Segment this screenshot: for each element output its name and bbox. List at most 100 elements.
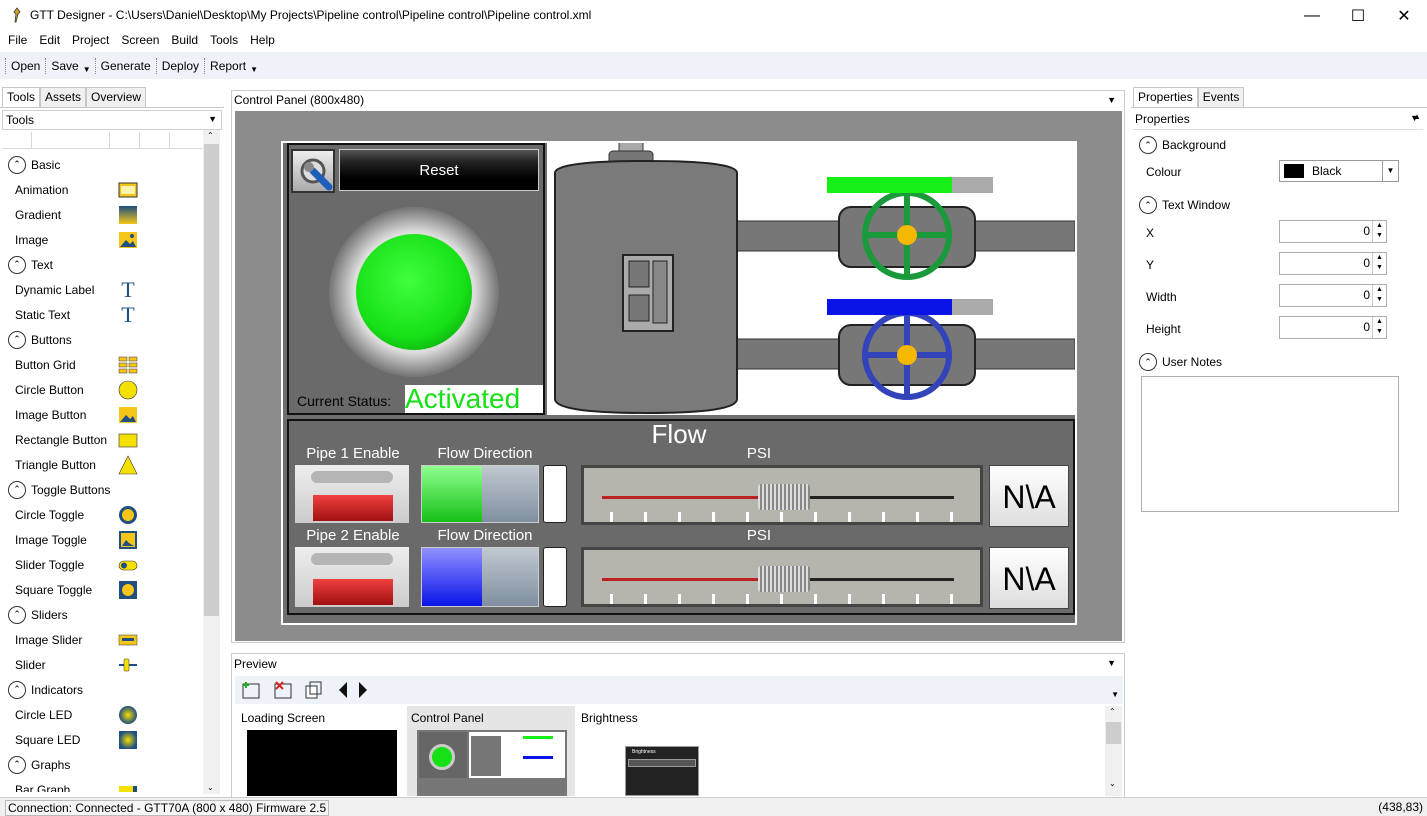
collapse-icon[interactable]: ⌃ <box>8 605 26 624</box>
menu-tools[interactable]: Tools <box>204 32 244 52</box>
tab-assets[interactable]: Assets <box>40 87 87 107</box>
properties-combo[interactable]: Properties ▼ <box>1133 110 1423 130</box>
tool-circle-led[interactable]: Circle LED <box>4 702 202 727</box>
chevron-down-icon[interactable]: ▼ <box>1107 658 1116 668</box>
screen-thumb-control-panel[interactable]: Control Panel <box>407 706 575 796</box>
menu-edit[interactable]: Edit <box>33 32 66 52</box>
chevron-down-icon[interactable]: ▼ <box>1111 690 1119 699</box>
category-basic[interactable]: ⌃ Basic <box>4 152 202 177</box>
user-notes-textarea[interactable] <box>1141 376 1399 512</box>
flow-direction-2-toggle[interactable] <box>421 547 539 607</box>
collapse-icon[interactable]: ⌃ <box>8 680 26 699</box>
close-button[interactable]: ✕ <box>1381 0 1427 31</box>
pipe2-enable-switch[interactable] <box>295 547 409 607</box>
open-button[interactable]: Open <box>7 59 44 73</box>
menu-project[interactable]: Project <box>66 32 115 52</box>
category-toggle-buttons[interactable]: ⌃ Toggle Buttons <box>4 477 202 502</box>
psi-1-slider[interactable] <box>581 465 983 525</box>
tab-tools[interactable]: Tools <box>2 87 41 107</box>
chevron-down-icon[interactable]: ▼ <box>1107 95 1116 105</box>
tool-square-toggle[interactable]: Square Toggle <box>4 577 202 602</box>
maximize-button[interactable]: ☐ <box>1335 0 1381 31</box>
psi-2-slider[interactable] <box>581 547 983 607</box>
tool-circle-button[interactable]: Circle Button <box>4 377 202 402</box>
scroll-down-icon[interactable]: ⌄ <box>207 783 214 792</box>
category-text[interactable]: ⌃ Text <box>4 252 202 277</box>
x-input[interactable]: 0 ▲ ▼ <box>1279 220 1387 243</box>
width-input[interactable]: 0 ▲ ▼ <box>1279 284 1387 307</box>
move-right-icon[interactable] <box>357 680 369 703</box>
collapse-icon[interactable]: ⌃ <box>8 330 26 349</box>
collapse-icon[interactable]: ⌃ <box>1139 196 1157 214</box>
tool-animation[interactable]: Animation <box>4 177 202 202</box>
tab-overview[interactable]: Overview <box>86 87 147 107</box>
section-text-window[interactable]: ⌃ Text Window <box>1139 196 1230 214</box>
tool-gradient[interactable]: Gradient <box>4 202 202 227</box>
tool-image-toggle[interactable]: Image Toggle <box>4 527 202 552</box>
pipe1-enable-switch[interactable] <box>295 465 409 523</box>
add-screen-icon[interactable] <box>241 680 261 703</box>
menu-help[interactable]: Help <box>244 32 281 52</box>
properties-scrollbar[interactable]: ▲ <box>1411 112 1425 792</box>
screen-thumb-loading[interactable]: Loading Screen <box>235 706 405 796</box>
deploy-button[interactable]: Deploy <box>158 59 203 73</box>
tool-triangle-button[interactable]: Triangle Button <box>4 452 202 477</box>
duplicate-screen-icon[interactable] <box>303 680 323 703</box>
category-indicators[interactable]: ⌃ Indicators <box>4 677 202 702</box>
collapse-icon[interactable]: ⌃ <box>8 255 26 274</box>
section-background[interactable]: ⌃ Background <box>1139 136 1226 154</box>
tool-static-text[interactable]: Static Text T <box>4 302 202 327</box>
tool-slider[interactable]: Slider <box>4 652 202 677</box>
tool-square-led[interactable]: Square LED <box>4 727 202 752</box>
flow-direction-1-toggle[interactable] <box>421 465 539 523</box>
chevron-down-icon[interactable]: ▼ <box>250 65 258 74</box>
screen-thumb-brightness[interactable]: Brightness Brightness <box>577 706 747 796</box>
collapse-icon[interactable]: ⌃ <box>1139 136 1157 154</box>
section-user-notes[interactable]: ⌃ User Notes <box>1139 353 1222 371</box>
scroll-up-icon[interactable]: ▲ <box>1413 112 1421 121</box>
delete-screen-icon[interactable] <box>273 680 293 703</box>
collapse-icon[interactable]: ⌃ <box>8 155 26 174</box>
generate-button[interactable]: Generate <box>97 59 155 73</box>
control-panel-screen[interactable]: Reset Current Status: Activated Flow Pip… <box>281 138 1077 625</box>
y-input[interactable]: 0 ▲ ▼ <box>1279 252 1387 275</box>
tab-events[interactable]: Events <box>1197 87 1245 107</box>
tool-button-grid[interactable]: Button Grid <box>4 352 202 377</box>
colour-select[interactable]: Black ▼ <box>1279 160 1399 182</box>
minimize-button[interactable]: — <box>1289 0 1335 31</box>
collapse-icon[interactable]: ⌃ <box>8 755 26 774</box>
menu-build[interactable]: Build <box>165 32 204 52</box>
scrollbar-thumb[interactable] <box>204 144 219 616</box>
tab-properties[interactable]: Properties <box>1133 87 1198 107</box>
tool-bar-graph[interactable]: Bar Graph <box>4 777 202 792</box>
tool-circle-toggle[interactable]: Circle Toggle <box>4 502 202 527</box>
tool-image[interactable]: Image <box>4 227 202 252</box>
category-graphs[interactable]: ⌃ Graphs <box>4 752 202 777</box>
settings-button[interactable] <box>291 149 335 193</box>
tool-image-button[interactable]: Image Button <box>4 402 202 427</box>
spinner-icon[interactable]: ▲ ▼ <box>1372 253 1386 274</box>
spinner-icon[interactable]: ▲ ▼ <box>1372 221 1386 242</box>
canvas-area[interactable]: Reset Current Status: Activated Flow Pip… <box>235 111 1122 641</box>
tool-rectangle-button[interactable]: Rectangle Button <box>4 427 202 452</box>
spinner-icon[interactable]: ▲ ▼ <box>1372 317 1386 338</box>
tool-dynamic-label[interactable]: Dynamic Label T <box>4 277 202 302</box>
menu-file[interactable]: File <box>2 32 33 52</box>
scroll-up-icon[interactable]: ⌃ <box>207 131 214 140</box>
move-left-icon[interactable] <box>337 680 349 703</box>
collapse-icon[interactable]: ⌃ <box>1139 353 1157 371</box>
chevron-down-icon[interactable]: ▼ <box>83 65 91 74</box>
height-input[interactable]: 0 ▲ ▼ <box>1279 316 1387 339</box>
tools-combo[interactable]: Tools ▼ <box>2 110 222 130</box>
report-button[interactable]: Report <box>206 59 250 73</box>
menu-screen[interactable]: Screen <box>115 32 165 52</box>
tool-slider-toggle[interactable]: Slider Toggle <box>4 552 202 577</box>
tools-scrollbar[interactable]: ⌃ ⌄ <box>203 130 220 794</box>
category-buttons[interactable]: ⌃ Buttons <box>4 327 202 352</box>
collapse-icon[interactable]: ⌃ <box>8 480 26 499</box>
save-button[interactable]: Save <box>47 59 82 73</box>
category-sliders[interactable]: ⌃ Sliders <box>4 602 202 627</box>
reset-button[interactable]: Reset <box>339 149 539 191</box>
tool-image-slider[interactable]: Image Slider <box>4 627 202 652</box>
preview-scrollbar[interactable]: ⌃ ⌄ <box>1105 706 1122 796</box>
